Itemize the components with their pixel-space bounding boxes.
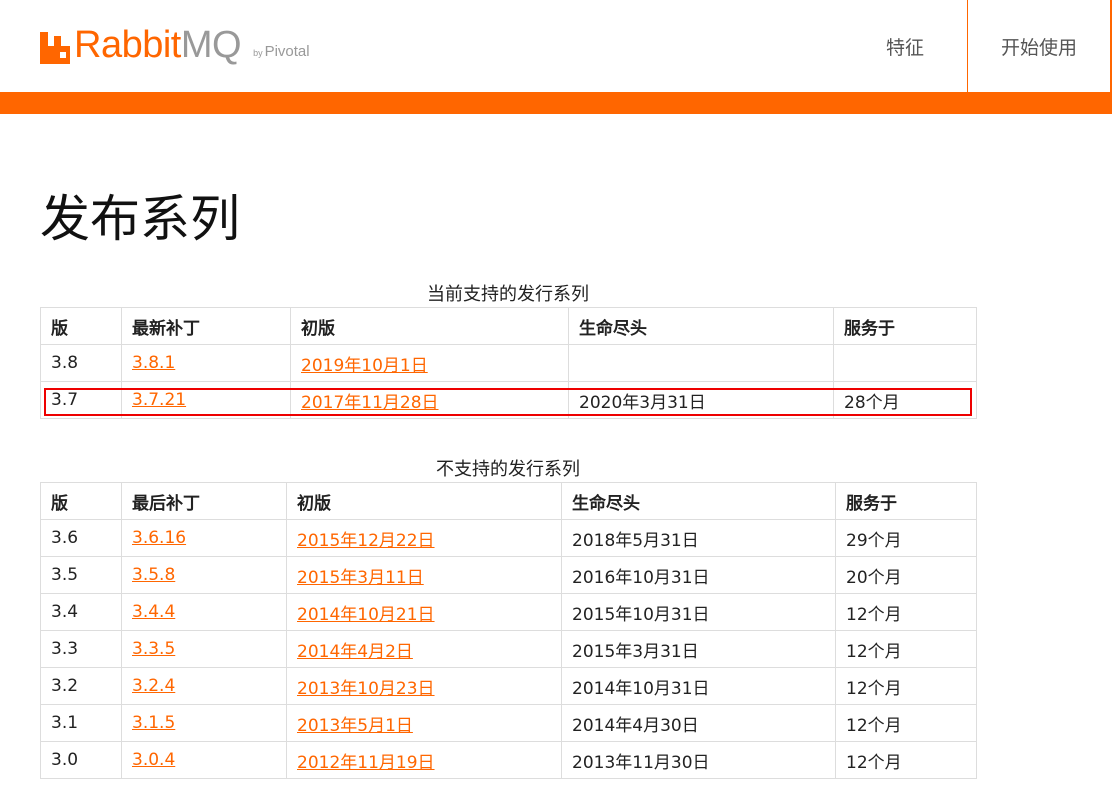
- eol-cell: 2015年3月31日: [561, 630, 836, 668]
- rabbitmq-logo[interactable]: RabbitMQ by Pivotal: [40, 24, 310, 64]
- patch-cell: 3.4.4: [121, 593, 287, 631]
- eol-cell: 2020年3月31日: [568, 381, 834, 419]
- initial-release-link[interactable]: 2015年12月22日: [297, 531, 435, 551]
- patch-link[interactable]: 3.3.5: [132, 639, 175, 659]
- version-cell: 3.5: [40, 556, 122, 594]
- version-cell: 3.7: [40, 381, 122, 419]
- patch-cell: 3.5.8: [121, 556, 287, 594]
- version-cell: 3.0: [40, 741, 122, 779]
- unsupported-releases-table: 版 最后补丁 初版 生命尽头 服务于 3.6 3.6.16 2015年12月22…: [40, 482, 977, 779]
- version-cell: 3.1: [40, 704, 122, 742]
- eol-cell: 2015年10月31日: [561, 593, 836, 631]
- version-cell: 3.8: [40, 344, 122, 382]
- patch-cell: 3.0.4: [121, 741, 287, 779]
- patch-link[interactable]: 3.6.16: [132, 528, 186, 548]
- unsupported-table-caption: 不支持的发行系列: [436, 459, 580, 480]
- served-cell: 20个月: [835, 556, 977, 594]
- served-cell: [833, 344, 977, 382]
- initial-release-cell: 2019年10月1日: [290, 344, 569, 382]
- served-cell: 12个月: [835, 630, 977, 668]
- column-header-eol: 生命尽头: [568, 307, 834, 345]
- initial-release-link[interactable]: 2014年4月2日: [297, 642, 413, 662]
- patch-link[interactable]: 3.2.4: [132, 676, 175, 696]
- column-header-patch: 最新补丁: [121, 307, 291, 345]
- initial-release-link[interactable]: 2012年11月19日: [297, 753, 435, 773]
- initial-release-link[interactable]: 2013年10月23日: [297, 679, 435, 699]
- initial-release-cell: 2013年5月1日: [286, 704, 562, 742]
- table-row: 3.2 3.2.4 2013年10月23日 2014年10月31日 12个月: [40, 667, 977, 705]
- nav-features-link[interactable]: 特征: [843, 0, 967, 92]
- column-header-served: 服务于: [835, 482, 977, 520]
- initial-release-cell: 2015年3月11日: [286, 556, 562, 594]
- served-cell: 28个月: [833, 381, 977, 419]
- patch-cell: 3.1.5: [121, 704, 287, 742]
- initial-release-cell: 2015年12月22日: [286, 519, 562, 557]
- initial-release-cell: 2014年4月2日: [286, 630, 562, 668]
- logo-wordmark: RabbitMQ: [74, 24, 242, 66]
- table-row: 3.7 3.7.21 2017年11月28日 2020年3月31日 28个月: [40, 381, 977, 419]
- table-row: 3.0 3.0.4 2012年11月19日 2013年11月30日 12个月: [40, 741, 977, 779]
- eol-cell: 2013年11月30日: [561, 741, 836, 779]
- served-cell: 12个月: [835, 667, 977, 705]
- page-title: 发布系列: [40, 190, 240, 248]
- pivotal-byline: by Pivotal: [253, 43, 310, 60]
- column-header-version: 版: [40, 307, 122, 345]
- supported-releases-table: 版 最新补丁 初版 生命尽头 服务于 3.8 3.8.1 2019年10月1日 …: [40, 307, 977, 419]
- column-header-served: 服务于: [833, 307, 977, 345]
- initial-release-cell: 2012年11月19日: [286, 741, 562, 779]
- column-header-version: 版: [40, 482, 122, 520]
- top-nav: 特征 开始使用: [843, 0, 1112, 92]
- served-cell: 29个月: [835, 519, 977, 557]
- served-cell: 12个月: [835, 593, 977, 631]
- patch-cell: 3.6.16: [121, 519, 287, 557]
- column-header-initial: 初版: [286, 482, 562, 520]
- column-header-initial: 初版: [290, 307, 569, 345]
- patch-cell: 3.8.1: [121, 344, 291, 382]
- patch-link[interactable]: 3.8.1: [132, 353, 175, 373]
- rabbit-logo-icon: [40, 32, 70, 64]
- table-header-row: 版 最后补丁 初版 生命尽头 服务于: [40, 482, 977, 520]
- initial-release-cell: 2013年10月23日: [286, 667, 562, 705]
- version-cell: 3.2: [40, 667, 122, 705]
- eol-cell: 2018年5月31日: [561, 519, 836, 557]
- patch-link[interactable]: 3.4.4: [132, 602, 175, 622]
- served-cell: 12个月: [835, 704, 977, 742]
- table-row: 3.4 3.4.4 2014年10月21日 2015年10月31日 12个月: [40, 593, 977, 631]
- patch-cell: 3.3.5: [121, 630, 287, 668]
- table-row: 3.6 3.6.16 2015年12月22日 2018年5月31日 29个月: [40, 519, 977, 557]
- header-accent-bar: [0, 92, 1112, 114]
- table-header-row: 版 最新补丁 初版 生命尽头 服务于: [40, 307, 977, 345]
- initial-release-link[interactable]: 2013年5月1日: [297, 716, 413, 736]
- version-cell: 3.6: [40, 519, 122, 557]
- patch-link[interactable]: 3.1.5: [132, 713, 175, 733]
- initial-release-cell: 2014年10月21日: [286, 593, 562, 631]
- patch-cell: 3.2.4: [121, 667, 287, 705]
- initial-release-link[interactable]: 2017年11月28日: [301, 393, 439, 413]
- table-row: 3.8 3.8.1 2019年10月1日: [40, 344, 977, 382]
- eol-cell: 2016年10月31日: [561, 556, 836, 594]
- eol-cell: 2014年10月31日: [561, 667, 836, 705]
- patch-link[interactable]: 3.7.21: [132, 390, 186, 410]
- eol-cell: 2014年4月30日: [561, 704, 836, 742]
- supported-table-caption: 当前支持的发行系列: [427, 284, 589, 305]
- patch-cell: 3.7.21: [121, 381, 291, 419]
- initial-release-link[interactable]: 2014年10月21日: [297, 605, 435, 625]
- table-row: 3.5 3.5.8 2015年3月11日 2016年10月31日 20个月: [40, 556, 977, 594]
- table-row: 3.3 3.3.5 2014年4月2日 2015年3月31日 12个月: [40, 630, 977, 668]
- initial-release-link[interactable]: 2019年10月1日: [301, 356, 428, 376]
- version-cell: 3.3: [40, 630, 122, 668]
- initial-release-link[interactable]: 2015年3月11日: [297, 568, 424, 588]
- version-cell: 3.4: [40, 593, 122, 631]
- nav-get-started-link[interactable]: 开始使用: [967, 0, 1110, 92]
- patch-link[interactable]: 3.0.4: [132, 750, 175, 770]
- eol-cell: [568, 344, 834, 382]
- patch-link[interactable]: 3.5.8: [132, 565, 175, 585]
- column-header-eol: 生命尽头: [561, 482, 836, 520]
- initial-release-cell: 2017年11月28日: [290, 381, 569, 419]
- column-header-patch: 最后补丁: [121, 482, 287, 520]
- site-header: RabbitMQ by Pivotal 特征 开始使用: [0, 0, 1112, 92]
- served-cell: 12个月: [835, 741, 977, 779]
- table-row: 3.1 3.1.5 2013年5月1日 2014年4月30日 12个月: [40, 704, 977, 742]
